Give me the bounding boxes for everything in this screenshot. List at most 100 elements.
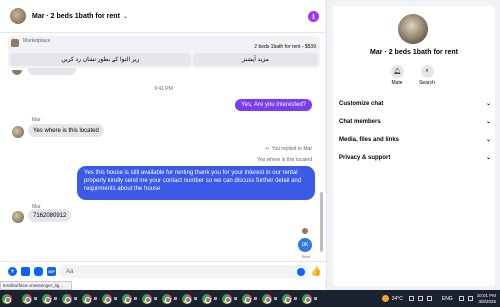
composer: + GIF Aa 👍	[0, 263, 327, 280]
listing-title[interactable]: 2 beds 1bath for rent - $539	[254, 44, 316, 50]
quoted-message[interactable]: Yes where is this located	[257, 157, 312, 163]
divider	[0, 261, 327, 262]
conversation-details-panel: Mar · 2 beds 1bath for rent 🔔︎ Mute ⌕ Se…	[333, 6, 495, 286]
incoming-message-partial	[28, 68, 76, 75]
contact-avatar[interactable]	[10, 8, 26, 24]
section-label: Customize chat	[339, 100, 384, 107]
details-title: Mar · 2 beds 1bath for rent	[370, 49, 458, 56]
chrome-icon	[82, 293, 92, 304]
taskbar-app[interactable]	[102, 293, 122, 304]
volume-icon[interactable]	[467, 296, 473, 301]
clock[interactable]: 10:01 PM 3/8/2025	[477, 293, 496, 305]
section-label: Chat members	[339, 118, 381, 125]
scrollbar[interactable]	[320, 192, 323, 252]
chat-header: Mar · 2 beds 1bath for rent ⌄ i	[0, 0, 327, 33]
taskbar-app[interactable]	[2, 293, 22, 304]
mark-pending-button[interactable]: زیر التوا کے بطور نشان زد کریں	[10, 53, 191, 66]
chrome-icon	[2, 293, 12, 304]
taskbar-app[interactable]	[202, 293, 222, 304]
tray-icon[interactable]	[426, 296, 432, 301]
chrome-icon	[62, 293, 72, 304]
taskbar-app[interactable]	[42, 293, 62, 304]
marketplace-label: Marketplace	[23, 38, 51, 44]
tray-icon[interactable]	[417, 296, 423, 301]
taskbar-app[interactable]	[262, 293, 282, 304]
tray-icon[interactable]	[408, 296, 414, 301]
section-privacy-support[interactable]: Privacy & support ⌄	[339, 154, 491, 162]
section-media-files-links[interactable]: Media, files and links ⌄	[339, 136, 491, 144]
taskbar-app[interactable]	[162, 293, 182, 304]
chrome-icon	[182, 293, 192, 304]
chrome-icon	[242, 293, 252, 304]
reply-note-text: You replied to Mar	[271, 146, 312, 152]
sender-name: Mar	[32, 117, 41, 123]
mute-label: Mute	[391, 80, 403, 86]
reply-icon: ↩	[265, 146, 270, 152]
section-label: Media, files and links	[339, 136, 400, 143]
info-icon[interactable]: i	[308, 11, 319, 22]
avatar[interactable]	[12, 211, 24, 223]
section-customize-chat[interactable]: Customize chat ⌄	[339, 100, 491, 108]
emoji-icon[interactable]	[297, 268, 305, 276]
sticker-icon[interactable]	[34, 267, 43, 276]
chrome-icon	[262, 293, 272, 304]
seen-avatar	[302, 228, 308, 234]
chrome-icon	[122, 293, 132, 304]
outgoing-message[interactable]: Yes, Are you interested?	[235, 99, 312, 111]
search-icon: ⌕	[420, 65, 434, 78]
chrome-icon	[22, 293, 32, 304]
mute-button[interactable]: 🔔︎ Mute	[385, 65, 409, 86]
taskbar-app[interactable]	[142, 293, 162, 304]
chevron-down-icon: ⌄	[485, 155, 491, 161]
more-options-button[interactable]: مزید آپشنز	[193, 53, 318, 66]
chevron-down-icon[interactable]: ⌄	[123, 13, 128, 20]
photo-icon[interactable]	[21, 267, 30, 276]
message-timestamp: 9:41 PM	[154, 86, 173, 92]
taskbar-app[interactable]	[282, 293, 302, 304]
taskbar-app[interactable]	[122, 293, 142, 304]
listing-thumbnail	[11, 39, 19, 47]
search-button[interactable]: ⌕ Search	[415, 65, 439, 86]
chrome-icon	[282, 293, 292, 304]
chrome-icon	[222, 293, 232, 304]
marketplace-card: Marketplace 2 beds 1bath for rent - $539…	[8, 36, 320, 68]
chrome-icon	[142, 293, 152, 304]
reply-note: ↩ You replied to Mar	[265, 146, 312, 152]
chrome-icon	[162, 293, 172, 304]
taskbar-app[interactable]	[222, 293, 242, 304]
chevron-down-icon: ⌄	[485, 119, 491, 125]
chevron-down-icon: ⌄	[485, 137, 491, 143]
taskbar-app[interactable]	[242, 293, 262, 304]
avatar[interactable]	[398, 14, 428, 44]
clock-date: 3/8/2025	[478, 298, 496, 304]
weather-icon[interactable]	[381, 295, 389, 302]
plus-icon[interactable]: +	[8, 267, 17, 276]
message-status: Sent	[301, 254, 310, 259]
gif-icon[interactable]: GIF	[47, 267, 56, 276]
chevron-down-icon: ⌄	[485, 101, 491, 107]
section-chat-members[interactable]: Chat members ⌄	[339, 118, 491, 126]
taskbar-app[interactable]	[82, 293, 102, 304]
message-input[interactable]: Aa	[59, 265, 309, 278]
incoming-message[interactable]: 7162080912	[28, 209, 72, 222]
chrome-icon	[302, 293, 312, 304]
outgoing-message[interactable]: ok	[298, 238, 312, 252]
wifi-icon[interactable]	[458, 296, 464, 301]
chat-panel: Mar · 2 beds 1bath for rent ⌄ i Marketpl…	[0, 0, 327, 290]
taskbar-app[interactable]	[302, 293, 322, 304]
taskbar-app[interactable]	[182, 293, 202, 304]
avatar[interactable]	[12, 126, 24, 138]
language-indicator[interactable]: ENG	[442, 296, 453, 302]
outgoing-message[interactable]: Yes this house is still available for re…	[77, 166, 315, 200]
temperature[interactable]: 34°C	[392, 296, 403, 302]
taskbar-app[interactable]	[22, 293, 42, 304]
incoming-message[interactable]: Yes where is this located	[28, 124, 104, 137]
taskbar: 34°C ENG 10:01 PM 3/8/2025	[0, 290, 500, 307]
chat-title[interactable]: Mar · 2 beds 1bath for rent	[32, 13, 120, 20]
chrome-icon	[42, 293, 52, 304]
status-url: teralSurface=messenger_lig...	[0, 281, 72, 290]
taskbar-app[interactable]	[62, 293, 82, 304]
search-label: Search	[419, 80, 435, 86]
like-icon[interactable]: 👍	[311, 266, 322, 277]
section-label: Privacy & support	[339, 154, 391, 161]
